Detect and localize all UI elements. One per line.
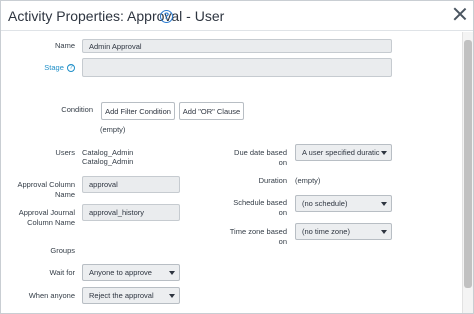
due-date-label: Due date based on xyxy=(234,148,287,167)
wait-for-label: Wait for xyxy=(49,268,75,277)
name-label: Name xyxy=(54,41,75,50)
approval-column-label: Approval Column Name xyxy=(17,180,75,199)
schedule-value: (no schedule) xyxy=(302,199,348,208)
groups-label: Groups xyxy=(50,246,75,255)
chevron-down-icon xyxy=(381,201,387,206)
timezone-select[interactable]: (no time zone) xyxy=(295,223,392,240)
stage-label-text[interactable]: Stage xyxy=(44,63,64,72)
vertical-scrollbar[interactable] xyxy=(462,32,473,313)
dialog-header: Activity Properties: Approval - User ? xyxy=(1,1,473,31)
close-icon[interactable] xyxy=(452,6,468,22)
chevron-down-icon xyxy=(381,229,387,234)
duration-label: Duration xyxy=(258,176,287,185)
add-or-clause-button[interactable]: Add "OR" Clause xyxy=(179,102,244,120)
due-date-value: A user specified duratic xyxy=(302,148,380,157)
wait-for-select[interactable]: Anyone to approve xyxy=(82,264,180,281)
activity-properties-dialog: Activity Properties: Approval - User ? N… xyxy=(0,0,474,314)
add-filter-condition-button[interactable]: Add Filter Condition xyxy=(101,102,175,120)
chevron-down-icon xyxy=(169,293,175,298)
users-value-2: Catalog_Admin xyxy=(82,157,134,166)
stage-help-icon[interactable]: ? xyxy=(67,64,75,73)
users-label: Users xyxy=(55,148,75,157)
when-anyone-select[interactable]: Reject the approval xyxy=(82,287,180,304)
when-anyone-value: Reject the approval xyxy=(89,291,154,300)
dialog-body: Name Admin Approval Stage ? Condition Ad… xyxy=(1,32,473,313)
dialog-title: Activity Properties: Approval - User xyxy=(8,8,225,24)
when-anyone-label: When anyone xyxy=(28,291,75,300)
condition-label: Condition xyxy=(61,105,93,114)
stage-field[interactable] xyxy=(82,58,392,77)
stage-label[interactable]: Stage ? xyxy=(31,63,75,73)
approval-column-field[interactable]: approval xyxy=(82,176,180,193)
timezone-label: Time zone based on xyxy=(229,227,287,246)
condition-status: (empty) xyxy=(100,125,126,134)
chevron-down-icon xyxy=(381,150,387,155)
approval-journal-label: Approval Journal Column Name xyxy=(18,208,75,227)
scrollbar-thumb[interactable] xyxy=(464,40,472,288)
approval-journal-field[interactable]: approval_history xyxy=(82,204,180,221)
chevron-down-icon xyxy=(169,270,175,275)
wait-for-value: Anyone to approve xyxy=(89,268,152,277)
timezone-value: (no time zone) xyxy=(302,227,350,236)
help-icon[interactable]: ? xyxy=(160,10,173,23)
schedule-select[interactable]: (no schedule) xyxy=(295,195,392,212)
duration-value: (empty) xyxy=(295,176,321,185)
due-date-select[interactable]: A user specified duratic xyxy=(295,144,392,161)
schedule-label: Schedule based on xyxy=(233,198,287,217)
name-field[interactable]: Admin Approval xyxy=(82,39,392,53)
